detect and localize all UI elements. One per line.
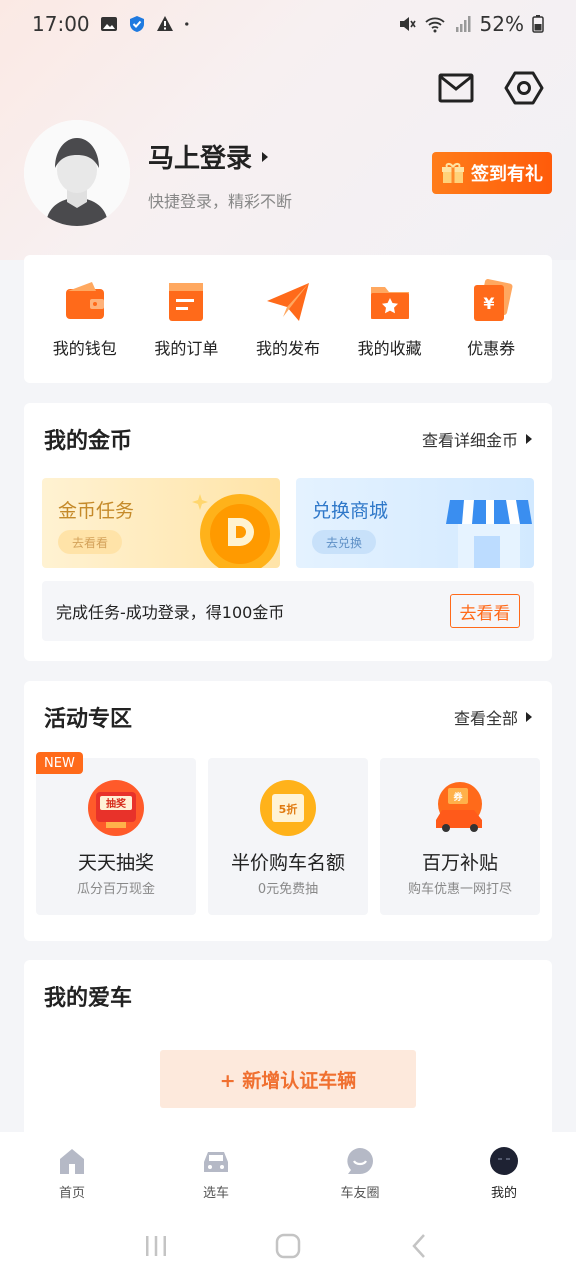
system-nav-bar: [0, 1212, 576, 1280]
activity-half-price[interactable]: 5折 半价购车名额 0元免费抽: [208, 758, 368, 915]
activities-all-label: 查看全部: [453, 709, 518, 728]
nav-community[interactable]: 车友圈: [310, 1146, 410, 1201]
bottom-nav: 首页 选车 车友圈 我的: [0, 1132, 576, 1212]
gold-coin-icon: [192, 494, 280, 568]
quick-actions-card: 我的钱包 我的订单 我的发布 我的收藏 ¥ 优惠券: [24, 255, 552, 383]
settings-hex-icon[interactable]: [504, 68, 544, 108]
back-icon[interactable]: [406, 1232, 434, 1260]
discount-ticket-icon: 5折: [260, 780, 316, 836]
arrow-right-icon: [262, 151, 269, 162]
star-folder-icon: [370, 287, 409, 319]
coin-task-text: 完成任务-成功登录，得100金币: [56, 603, 285, 622]
activities-all-link[interactable]: 查看全部: [454, 705, 532, 729]
store-icon: [446, 500, 532, 568]
coin-task-button[interactable]: 去看看: [58, 530, 123, 554]
signin-label: 签到有礼: [471, 164, 543, 185]
coins-card: 我的金币 查看详细金币 金币任务 去看看 兑换商城 去兑换 完成任务-成功登录，…: [24, 403, 552, 661]
car-coupon-icon: 券: [436, 782, 482, 832]
signal-icon: [455, 16, 471, 32]
coin-shop-title: 兑换商城: [312, 500, 389, 522]
coin-shop-tile[interactable]: 兑换商城 去兑换: [296, 478, 534, 568]
home-icon: [60, 1149, 84, 1174]
quick-item-publish[interactable]: 我的发布: [240, 279, 336, 383]
quick-item-label: 我的发布: [255, 339, 320, 358]
activity-subtitle: 瓜分百万现金: [76, 882, 155, 897]
coin-task-tile[interactable]: 金币任务 去看看: [42, 478, 280, 568]
svg-text:5折: 5折: [279, 802, 298, 816]
mail-icon[interactable]: [436, 68, 476, 108]
coins-detail-link[interactable]: 查看详细金币: [422, 427, 532, 451]
wifi-icon: [424, 17, 445, 33]
activity-name: 天天抽奖: [77, 852, 154, 874]
coin-go-button[interactable]: 去看看: [450, 594, 520, 628]
quick-item-coupons[interactable]: ¥ 优惠券: [443, 279, 539, 383]
login-title: 马上登录: [148, 144, 253, 174]
quick-item-favorites[interactable]: 我的收藏: [342, 279, 438, 383]
activity-name: 百万补贴: [421, 852, 498, 874]
shield-check-icon: [129, 16, 144, 32]
activities-card: 活动专区 查看全部 抽奖 天天抽奖 瓜分百万现金 5折 半价购车名额 0元免费抽…: [24, 681, 552, 941]
login-subtitle: 快捷登录，精彩不断: [148, 192, 293, 211]
activity-subtitle: 0元免费抽: [257, 882, 319, 897]
recent-apps-icon[interactable]: [142, 1232, 170, 1260]
coins-detail-label: 查看详细金币: [421, 431, 518, 450]
coin-shop-button[interactable]: 去兑换: [312, 530, 377, 554]
nav-label: 车友圈: [340, 1186, 380, 1201]
battery-icon: [532, 15, 544, 33]
avatar[interactable]: [24, 120, 130, 226]
svg-text:券: 券: [452, 791, 463, 803]
nav-home[interactable]: 首页: [22, 1146, 122, 1201]
coupon-icon: ¥: [474, 279, 513, 321]
login-link[interactable]: 马上登录: [148, 138, 269, 175]
image-icon: [100, 17, 117, 31]
lottery-machine-icon: 抽奖: [88, 780, 144, 836]
nav-profile[interactable]: 我的: [454, 1146, 554, 1201]
quick-item-label: 我的钱包: [52, 339, 117, 358]
signin-reward-button[interactable]: 签到有礼: [432, 152, 552, 194]
coin-task-title: 金币任务: [58, 500, 135, 522]
nav-label: 我的: [490, 1186, 517, 1201]
coin-task-bar: 完成任务-成功登录，得100金币 去看看: [42, 581, 534, 641]
dot-icon: [184, 22, 189, 26]
quick-item-label: 优惠券: [467, 339, 516, 358]
profile-icon: [490, 1147, 518, 1175]
nav-label: 首页: [58, 1186, 85, 1201]
svg-text:抽奖: 抽奖: [106, 797, 127, 810]
activity-lottery[interactable]: 抽奖 天天抽奖 瓜分百万现金: [36, 758, 196, 915]
svg-text:¥: ¥: [484, 294, 495, 313]
order-icon: [169, 283, 204, 321]
activity-subtitle: 购车优惠一网打尽: [407, 882, 512, 897]
activities-title: 活动专区: [44, 707, 133, 732]
my-car-card: 我的爱车 + 新增认证车辆: [24, 960, 552, 1140]
arrow-right-icon: [526, 712, 532, 722]
warning-icon: [156, 16, 173, 31]
nav-car[interactable]: 选车: [166, 1146, 266, 1201]
add-car-button[interactable]: + 新增认证车辆: [160, 1050, 416, 1108]
activity-subsidy[interactable]: 券 百万补贴 购车优惠一网打尽: [380, 758, 540, 915]
activity-name: 半价购车名额: [230, 852, 345, 874]
default-avatar-icon: [24, 120, 130, 226]
paper-plane-icon: [266, 283, 309, 321]
status-bar: 17:00 52%: [0, 0, 576, 48]
quick-item-label: 我的订单: [154, 339, 219, 358]
chat-bubble-icon: [347, 1148, 373, 1174]
wallet-icon: [65, 282, 104, 319]
gift-icon: [442, 163, 464, 183]
new-badge: NEW: [36, 752, 83, 774]
my-car-title: 我的爱车: [44, 986, 133, 1011]
quick-item-orders[interactable]: 我的订单: [138, 279, 234, 383]
quick-item-label: 我的收藏: [357, 339, 422, 358]
status-time: 17:00: [32, 12, 90, 36]
nav-label: 选车: [202, 1186, 229, 1201]
car-icon: [204, 1152, 228, 1172]
battery-percentage: 52%: [479, 12, 524, 36]
coins-title: 我的金币: [44, 429, 133, 454]
arrow-right-icon: [526, 434, 532, 444]
home-button-icon[interactable]: [274, 1232, 302, 1260]
quick-item-wallet[interactable]: 我的钱包: [37, 279, 133, 383]
mute-icon: [399, 17, 416, 31]
